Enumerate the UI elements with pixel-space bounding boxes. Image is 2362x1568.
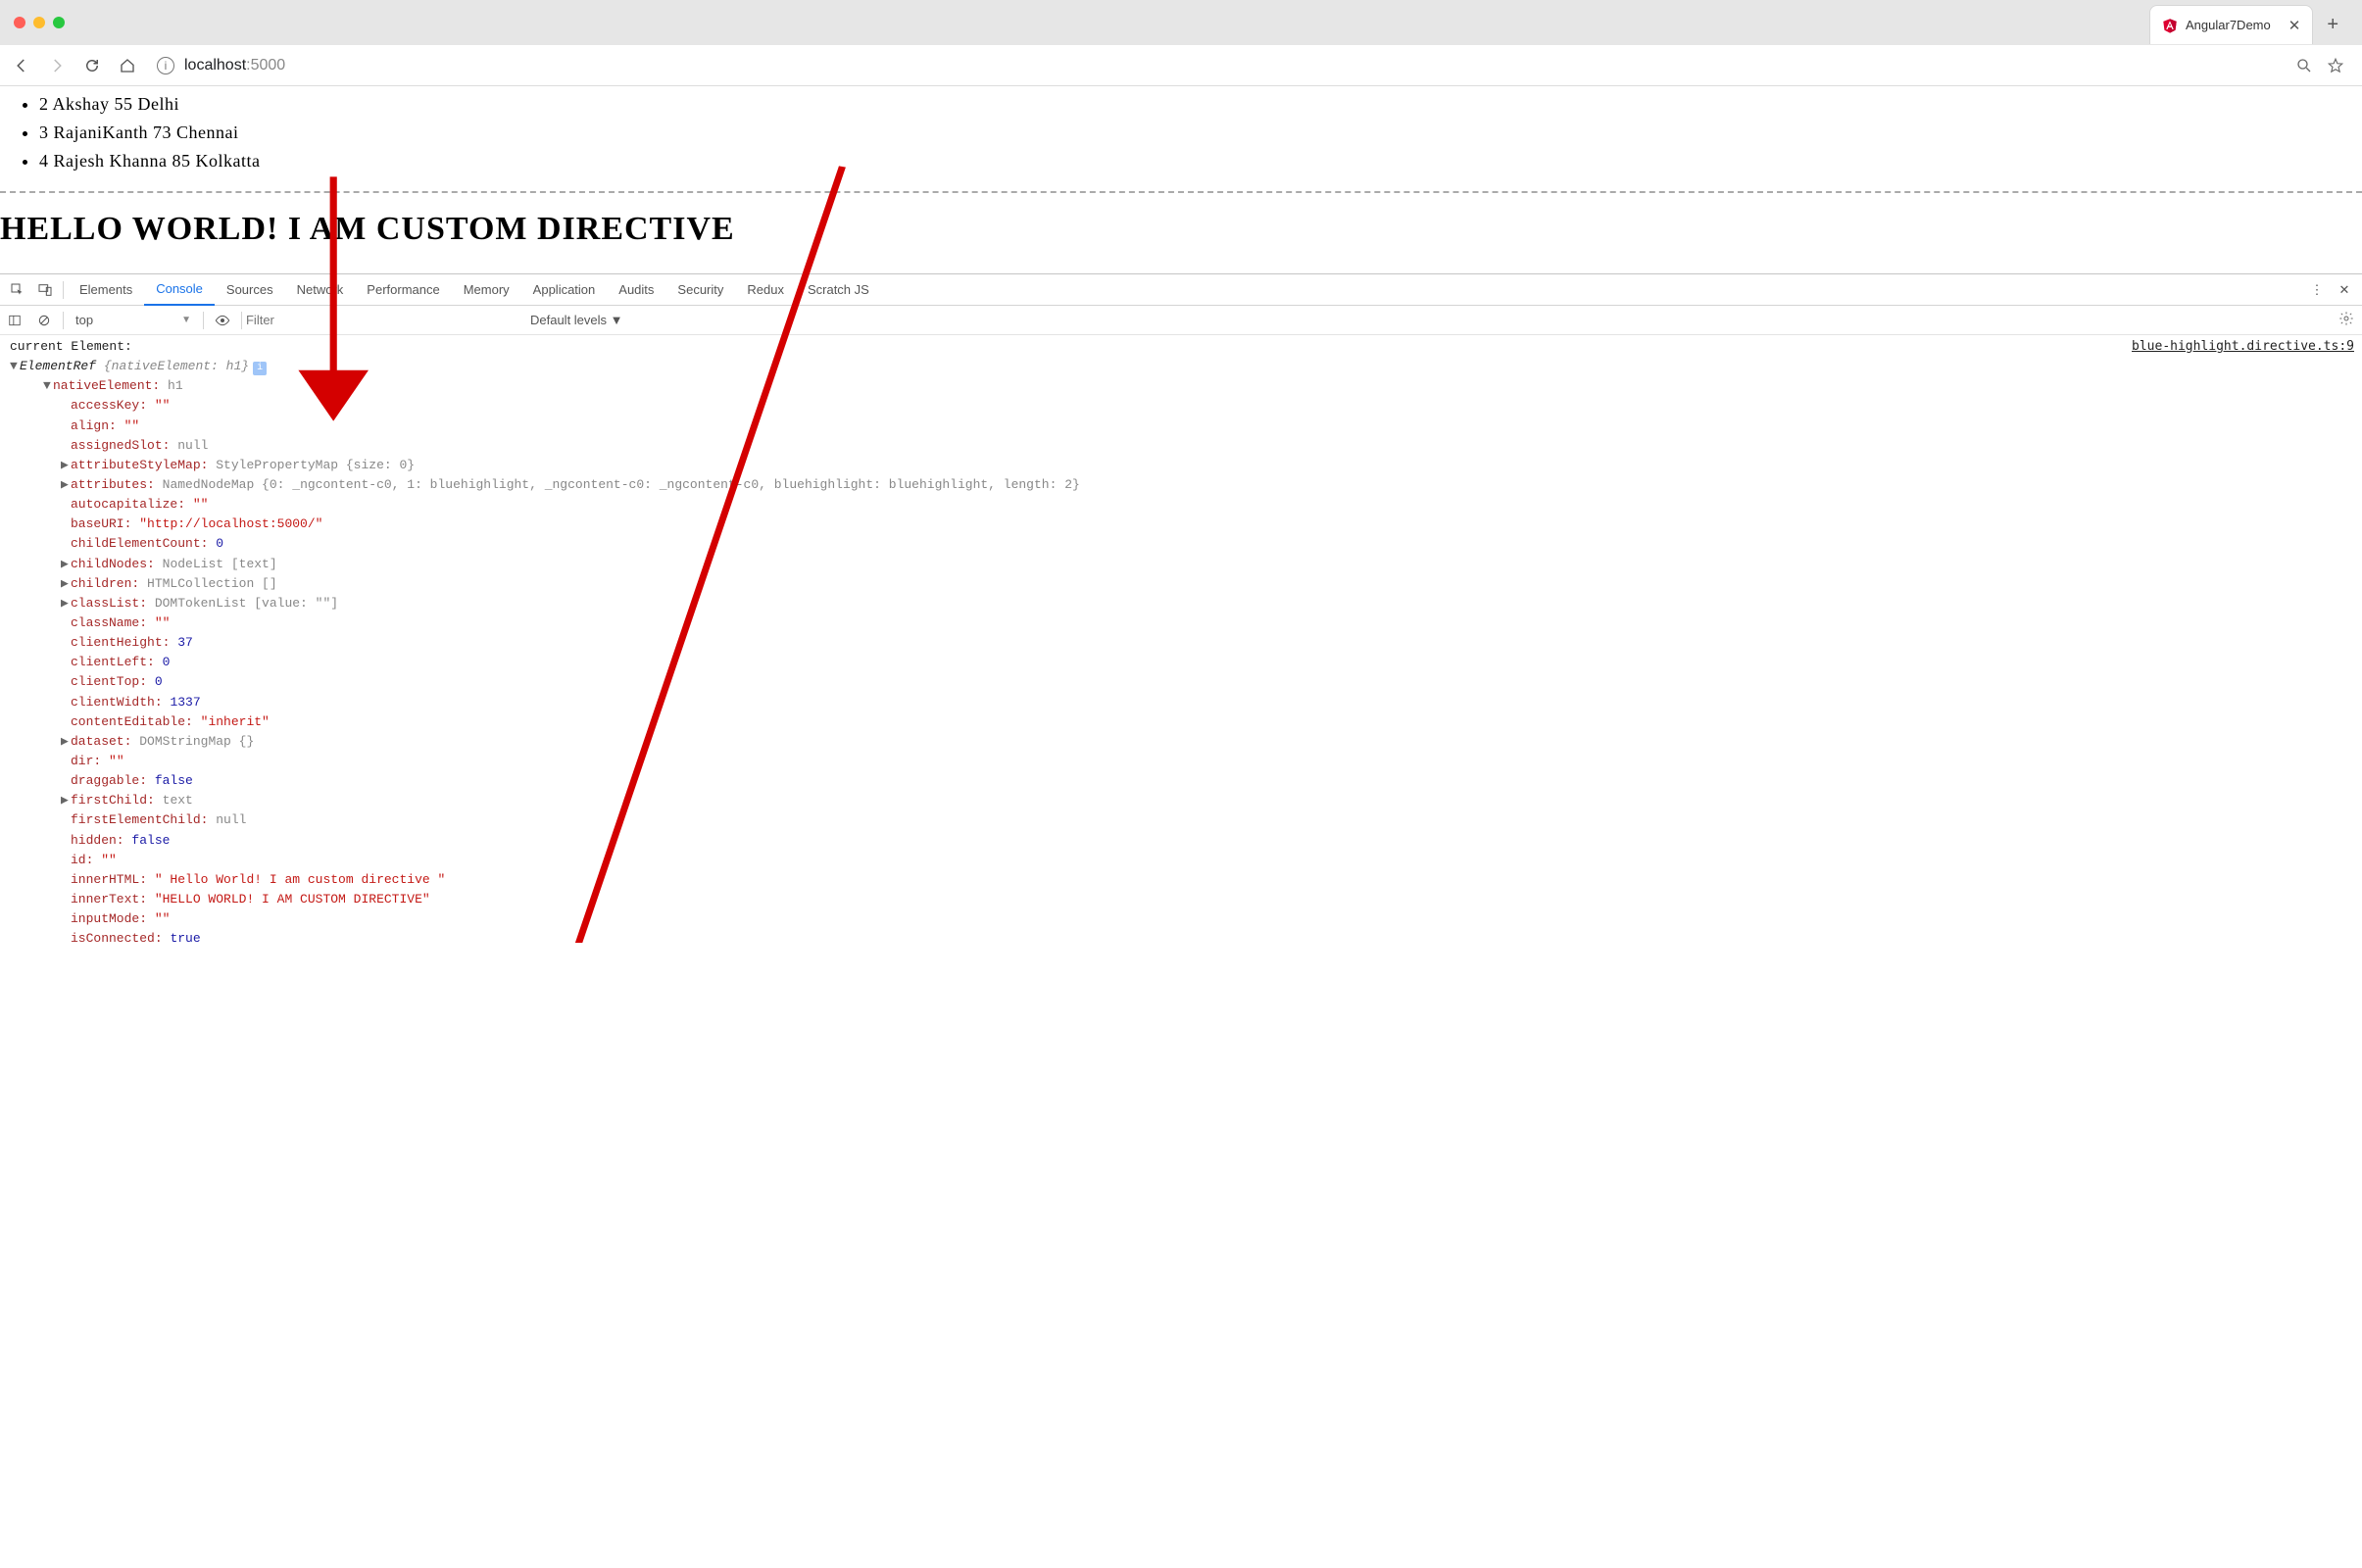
devtools-tab-application[interactable]: Application (521, 274, 608, 306)
console-line[interactable]: baseURI: "http://localhost:5000/" (8, 514, 2354, 534)
console-line[interactable]: clientLeft: 0 (8, 653, 2354, 672)
devtools-tab-performance[interactable]: Performance (355, 274, 451, 306)
log-levels-selector[interactable]: Default levels ▼ (520, 313, 633, 327)
star-icon[interactable] (2327, 57, 2344, 74)
context-selector[interactable]: top▼ (68, 313, 199, 327)
console-line[interactable]: hidden: false (8, 831, 2354, 851)
back-button[interactable] (8, 52, 35, 79)
clear-console-icon[interactable] (29, 314, 59, 327)
console-line[interactable]: clientTop: 0 (8, 672, 2354, 692)
console-line[interactable]: contentEditable: "inherit" (8, 712, 2354, 732)
tab-strip: Angular7Demo ✕ + (2149, 5, 2352, 44)
forward-icon (48, 57, 66, 74)
devtools-tabs: ElementsConsoleSourcesNetworkPerformance… (0, 274, 2362, 306)
devtools-tab-elements[interactable]: Elements (68, 274, 144, 306)
console-line[interactable]: ▶attributeStyleMap: StylePropertyMap {si… (8, 456, 2354, 475)
browser-chrome: Angular7Demo ✕ + i localhost:5000 (0, 0, 2362, 86)
console-line[interactable]: ▶dataset: DOMStringMap {} (8, 732, 2354, 752)
console-line[interactable]: ▶attributes: NamedNodeMap {0: _ngcontent… (8, 475, 2354, 495)
console-line[interactable]: accessKey: "" (8, 396, 2354, 416)
tab-title: Angular7Demo (2186, 18, 2271, 32)
eye-icon[interactable] (208, 313, 237, 328)
console-line: current Element: (8, 337, 132, 357)
devtools-tab-audits[interactable]: Audits (607, 274, 665, 306)
devtools-tab-scratch-js[interactable]: Scratch JS (796, 274, 881, 306)
list-item: 2 Akshay 55 Delhi (39, 94, 2362, 115)
user-list: 2 Akshay 55 Delhi 3 RajaniKanth 73 Chenna… (0, 94, 2362, 172)
console-line[interactable]: innerHTML: " Hello World! I am custom di… (8, 870, 2354, 890)
devtools-tab-security[interactable]: Security (665, 274, 735, 306)
console-line[interactable]: dir: "" (8, 752, 2354, 771)
info-badge-icon: i (253, 362, 267, 375)
console-output: current Element: blue-highlight.directiv… (0, 335, 2362, 960)
console-line[interactable]: ▶firstChild: text (8, 791, 2354, 810)
console-line[interactable]: ▶classList: DOMTokenList [value: ""] (8, 594, 2354, 613)
console-line[interactable]: autocapitalize: "" (8, 495, 2354, 514)
devtools-tab-sources[interactable]: Sources (215, 274, 285, 306)
minimize-window-icon[interactable] (33, 17, 45, 28)
console-line[interactable]: assignedSlot: null (8, 436, 2354, 456)
console-settings-icon[interactable] (2338, 311, 2362, 329)
forward-button[interactable] (43, 52, 71, 79)
back-icon (13, 57, 30, 74)
console-line[interactable]: className: "" (8, 613, 2354, 633)
page-content: 2 Akshay 55 Delhi 3 RajaniKanth 73 Chenna… (0, 94, 2362, 254)
console-line[interactable]: ▶childNodes: NodeList [text] (8, 555, 2354, 574)
console-line[interactable]: ▶children: HTMLCollection [] (8, 574, 2354, 594)
zoom-icon[interactable] (2295, 57, 2313, 74)
list-item: 3 RajaniKanth 73 Chennai (39, 122, 2362, 143)
console-line[interactable]: id: "" (8, 851, 2354, 870)
page-heading: HELLO WORLD! I AM CUSTOM DIRECTIVE (0, 211, 2362, 254)
console-line[interactable]: innerText: "HELLO WORLD! I AM CUSTOM DIR… (8, 890, 2354, 909)
console-line[interactable]: align: "" (8, 416, 2354, 436)
console-line[interactable]: ▼nativeElement: h1 (8, 376, 2354, 396)
window-controls (0, 17, 65, 28)
sidebar-toggle-icon[interactable] (0, 314, 29, 327)
divider (0, 191, 2362, 193)
home-icon (119, 57, 136, 74)
inspect-icon[interactable] (4, 276, 31, 304)
angular-icon (2162, 18, 2178, 33)
console-line[interactable]: clientWidth: 1337 (8, 693, 2354, 712)
close-window-icon[interactable] (14, 17, 25, 28)
maximize-window-icon[interactable] (53, 17, 65, 28)
site-info-icon[interactable]: i (157, 57, 174, 74)
url-text: localhost:5000 (184, 57, 285, 74)
browser-tab[interactable]: Angular7Demo ✕ (2149, 5, 2313, 44)
console-line[interactable]: draggable: false (8, 771, 2354, 791)
console-line[interactable]: clientHeight: 37 (8, 633, 2354, 653)
address-bar: i localhost:5000 (0, 45, 2362, 86)
address-bar-actions (2295, 57, 2354, 74)
titlebar: Angular7Demo ✕ + (0, 0, 2362, 45)
console-line[interactable]: ▼ElementRef {nativeElement: h1}i (8, 357, 2354, 376)
home-button[interactable] (114, 52, 141, 79)
close-tab-icon[interactable]: ✕ (2288, 17, 2301, 34)
console-line[interactable]: isConnected: true (8, 929, 2354, 949)
device-icon[interactable] (31, 276, 59, 304)
separator (63, 281, 64, 299)
devtools-menu-icon[interactable]: ⋮ (2303, 276, 2331, 304)
reload-icon (83, 57, 101, 74)
console-line[interactable]: inputMode: "" (8, 909, 2354, 929)
devtools-tab-console[interactable]: Console (144, 274, 215, 306)
source-link[interactable]: blue-highlight.directive.ts:9 (2132, 337, 2354, 357)
new-tab-button[interactable]: + (2313, 6, 2352, 44)
devtools-tab-memory[interactable]: Memory (452, 274, 521, 306)
console-line[interactable]: childElementCount: 0 (8, 534, 2354, 554)
console-line[interactable]: firstElementChild: null (8, 810, 2354, 830)
list-item: 4 Rajesh Khanna 85 Kolkatta (39, 151, 2362, 172)
reload-button[interactable] (78, 52, 106, 79)
devtools-panel: ElementsConsoleSourcesNetworkPerformance… (0, 273, 2362, 960)
console-toolbar: top▼ Default levels ▼ (0, 306, 2362, 335)
filter-input[interactable] (246, 313, 520, 327)
devtools-close-icon[interactable]: ✕ (2331, 276, 2358, 304)
omnibox[interactable]: i localhost:5000 (149, 57, 2288, 74)
devtools-tab-redux[interactable]: Redux (735, 274, 796, 306)
devtools-tab-network[interactable]: Network (285, 274, 356, 306)
